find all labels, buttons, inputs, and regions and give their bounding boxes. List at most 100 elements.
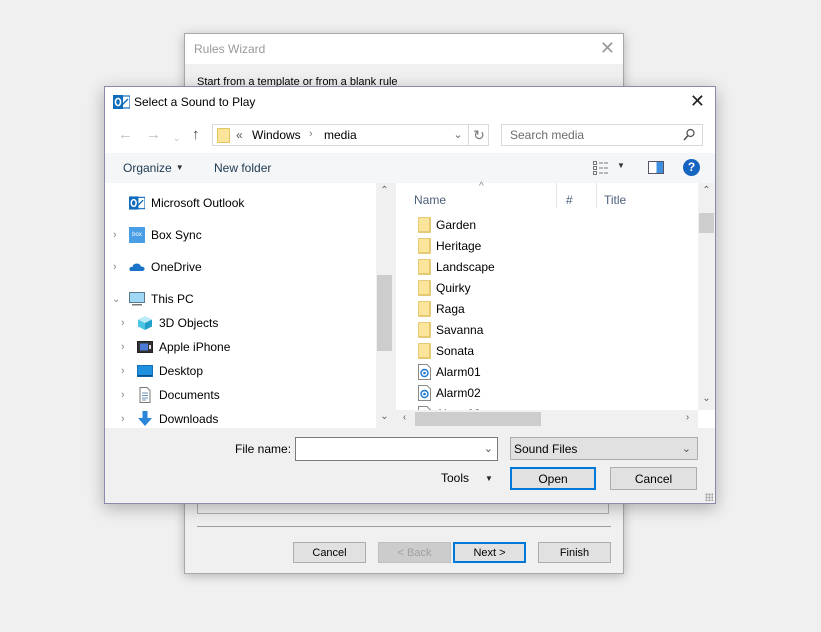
tree-label: This PC [151, 292, 194, 306]
chevron-right-icon[interactable]: › [121, 365, 131, 377]
organize-label: Organize [123, 161, 172, 175]
folder-icon [418, 343, 431, 359]
filelist-scrollbar[interactable]: ⌃ ⌄ [698, 183, 715, 410]
tree-item-3d-objects[interactable]: › 3D Objects [105, 313, 375, 333]
back-arrow-icon[interactable]: ← [118, 127, 133, 143]
outlook-icon [113, 95, 130, 109]
tree-label: 3D Objects [159, 316, 219, 330]
list-item[interactable]: Heritage [414, 236, 674, 256]
scrollbar-thumb[interactable] [377, 275, 392, 351]
computer-icon [129, 292, 145, 306]
refresh-icon[interactable]: ↻ [468, 125, 489, 145]
chevron-right-icon[interactable]: › [121, 389, 131, 401]
file-type-value: Sound Files [514, 442, 578, 456]
view-options-icon[interactable] [593, 161, 609, 175]
address-bar[interactable]: « Windows › media ⌄ ↻ [212, 124, 489, 146]
column-header-name[interactable]: Name [414, 193, 446, 207]
open-button[interactable]: Open [510, 467, 596, 490]
new-folder-button[interactable]: New folder [214, 161, 271, 175]
tools-menu[interactable]: Tools [441, 471, 469, 485]
help-icon[interactable]: ? [683, 159, 700, 176]
list-item[interactable]: Alarm02 [414, 383, 674, 403]
scrollbar-thumb[interactable] [699, 213, 714, 233]
preview-pane-icon[interactable] [648, 161, 664, 174]
view-dropdown-icon[interactable]: ▼ [617, 161, 625, 170]
scroll-down-icon[interactable]: ⌄ [376, 411, 393, 422]
chevron-right-icon[interactable]: › [121, 413, 131, 425]
dialog-title: Select a Sound to Play [134, 95, 256, 109]
tree-item-desktop[interactable]: › Desktop [105, 361, 375, 381]
address-dropdown-icon[interactable]: ⌄ [449, 126, 467, 144]
list-item[interactable]: Savanna [414, 320, 674, 340]
caret-down-icon[interactable]: ▼ [485, 474, 493, 483]
column-divider[interactable] [556, 183, 557, 208]
tree-item-box-sync[interactable]: › box Box Sync [105, 225, 375, 245]
list-item[interactable]: Alarm01 [414, 362, 674, 382]
tree-label: Documents [159, 388, 220, 402]
navpane-scrollbar[interactable]: ⌃ ⌄ [376, 183, 393, 428]
list-item[interactable]: Garden [414, 215, 674, 235]
search-input[interactable] [502, 125, 677, 145]
tree-item-documents[interactable]: › Documents [105, 385, 375, 405]
documents-icon [139, 387, 151, 403]
dialog-close-button[interactable]: ✕ [690, 91, 705, 111]
wizard-finish-button[interactable]: Finish [538, 542, 611, 563]
search-icon[interactable] [683, 128, 695, 142]
folder-icon [418, 280, 431, 296]
select-sound-dialog: Select a Sound to Play ✕ ← → ⌄ ↑ « Windo… [104, 86, 716, 504]
scroll-down-icon[interactable]: ⌄ [698, 393, 715, 404]
tree-label: Box Sync [151, 228, 202, 242]
wizard-cancel-button[interactable]: Cancel [293, 542, 366, 563]
chevron-right-icon[interactable]: › [113, 261, 123, 273]
file-name-input[interactable] [296, 438, 476, 460]
list-item[interactable]: Landscape [414, 257, 674, 277]
organize-menu[interactable]: Organize ▼ [123, 161, 184, 175]
column-divider[interactable] [596, 183, 597, 208]
list-item[interactable]: Quirky [414, 278, 674, 298]
chevron-right-icon[interactable]: › [113, 229, 123, 241]
file-name: Sonata [436, 344, 475, 358]
scroll-left-icon[interactable]: ‹ [396, 412, 413, 423]
chevron-right-icon[interactable]: › [121, 341, 131, 353]
wizard-next-button[interactable]: Next > [453, 542, 526, 563]
breadcrumb-media[interactable]: media [324, 128, 357, 142]
file-type-select[interactable]: Sound Files ⌄ [510, 437, 698, 460]
recent-locations-chevron-icon[interactable]: ⌄ [173, 130, 181, 146]
file-name-combobox[interactable]: ⌄ [295, 437, 498, 461]
wizard-titlebar: Rules Wizard ✕ [185, 34, 623, 64]
up-arrow-icon[interactable]: ↑ [192, 127, 200, 143]
tree-item-microsoft-outlook[interactable]: Microsoft Outlook [105, 193, 375, 213]
chevron-right-icon[interactable]: › [121, 317, 131, 329]
folder-icon [418, 322, 431, 338]
tree-item-downloads[interactable]: › Downloads [105, 409, 375, 429]
search-box[interactable] [501, 124, 703, 146]
scroll-up-icon[interactable]: ⌃ [698, 185, 715, 196]
tree-item-onedrive[interactable]: › OneDrive [105, 257, 375, 277]
tree-item-apple-iphone[interactable]: › Apple iPhone [105, 337, 375, 357]
file-name: Alarm01 [436, 365, 481, 379]
tree-item-this-pc[interactable]: ⌄ This PC [105, 289, 375, 309]
filelist-horizontal-scrollbar[interactable]: ‹ › [396, 410, 698, 428]
cancel-button[interactable]: Cancel [610, 467, 697, 490]
breadcrumb-windows[interactable]: Windows [252, 128, 301, 142]
scroll-up-icon[interactable]: ⌃ [376, 185, 393, 196]
resize-grip[interactable] [705, 493, 713, 501]
chevron-down-icon[interactable]: ⌄ [484, 442, 493, 455]
dialog-titlebar: Select a Sound to Play ✕ [105, 87, 715, 117]
wizard-close-button[interactable]: ✕ [600, 38, 615, 58]
column-header-title[interactable]: Title [604, 193, 626, 207]
breadcrumb-separator-icon: › [309, 128, 313, 140]
column-header-number[interactable]: # [566, 193, 573, 207]
chevron-down-icon[interactable]: ⌄ [112, 294, 122, 305]
tree-label: Downloads [159, 412, 219, 426]
list-item[interactable]: Sonata [414, 341, 674, 361]
scrollbar-thumb[interactable] [415, 412, 541, 426]
forward-arrow-icon[interactable]: → [146, 127, 161, 143]
scroll-right-icon[interactable]: › [679, 412, 696, 423]
list-item[interactable]: Raga [414, 299, 674, 319]
file-name: Heritage [436, 239, 482, 253]
3d-objects-icon [138, 316, 152, 330]
wizard-back-button[interactable]: < Back [378, 542, 451, 563]
breadcrumb-overflow[interactable]: « [236, 128, 243, 142]
wizard-separator [197, 526, 611, 527]
